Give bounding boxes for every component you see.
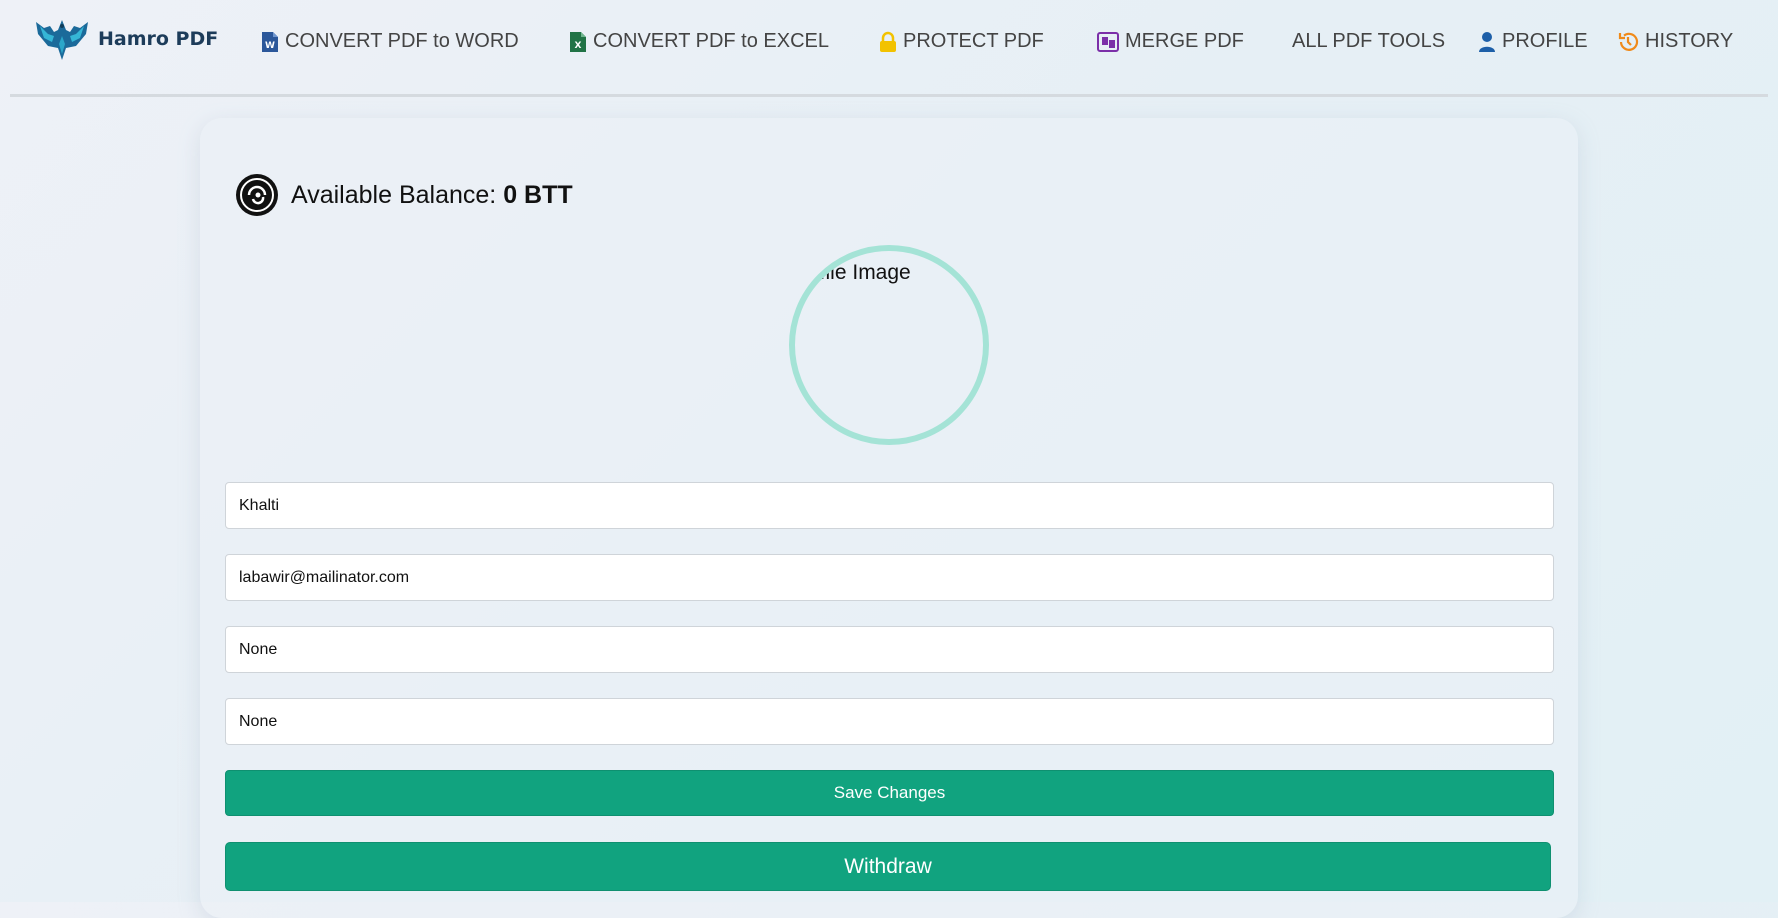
- profile-card: Available Balance: 0 BTT Profile Image S…: [200, 118, 1578, 918]
- nav-merge-pdf[interactable]: MERGE PDF: [1097, 30, 1244, 53]
- btt-coin-icon: [236, 174, 278, 216]
- email-field[interactable]: [225, 554, 1554, 601]
- nav-history[interactable]: HISTORY: [1617, 30, 1733, 53]
- profile-image[interactable]: Profile Image: [789, 245, 989, 445]
- nav-label: CONVERT PDF to WORD: [285, 30, 519, 52]
- eagle-logo-icon: [36, 20, 88, 60]
- brand-name: Hamro PDF: [98, 28, 219, 50]
- brand-home-link[interactable]: Hamro PDF: [34, 16, 218, 62]
- lock-icon: [880, 31, 896, 52]
- nav-label: MERGE PDF: [1125, 30, 1244, 52]
- name-field[interactable]: [225, 482, 1554, 529]
- history-icon: [1618, 32, 1639, 51]
- profile-image-alt-text: Profile Image: [789, 261, 911, 284]
- save-changes-button[interactable]: Save Changes: [225, 770, 1554, 816]
- withdraw-button[interactable]: Withdraw: [225, 842, 1551, 891]
- balance-amount: 0 BTT: [503, 180, 573, 209]
- nav-protect-pdf[interactable]: PROTECT PDF: [879, 30, 1044, 53]
- balance-row: Available Balance: 0 BTT: [235, 173, 573, 217]
- merge-icon: [1097, 31, 1119, 52]
- nav-convert-pdf-to-word[interactable]: W CONVERT PDF to WORD: [261, 30, 519, 53]
- balance-label: Available Balance:: [291, 180, 497, 209]
- balance-text: Available Balance: 0 BTT: [291, 181, 573, 210]
- nav-divider: [10, 94, 1768, 97]
- nav-label: CONVERT PDF to EXCEL: [593, 30, 829, 52]
- nav-label: HISTORY: [1645, 30, 1734, 52]
- nav-label: PROTECT PDF: [903, 30, 1044, 52]
- profile-field-4[interactable]: [225, 698, 1554, 745]
- svg-text:W: W: [265, 41, 275, 51]
- user-icon: [1479, 31, 1495, 52]
- nav-label: ALL PDF TOOLS: [1292, 30, 1446, 52]
- nav-label: PROFILE: [1502, 30, 1588, 52]
- nav-convert-pdf-to-excel[interactable]: X CONVERT PDF to EXCEL: [569, 30, 829, 53]
- profile-field-3[interactable]: [225, 626, 1554, 673]
- nav-profile[interactable]: PROFILE: [1478, 30, 1588, 53]
- nav-all-pdf-tools[interactable]: ALL PDF TOOLS: [1292, 30, 1445, 53]
- svg-text:X: X: [575, 41, 582, 51]
- word-file-icon: W: [262, 31, 278, 52]
- top-navbar: Hamro PDF W CONVERT PDF to WORD X CONVER…: [0, 0, 1778, 88]
- excel-file-icon: X: [570, 31, 586, 52]
